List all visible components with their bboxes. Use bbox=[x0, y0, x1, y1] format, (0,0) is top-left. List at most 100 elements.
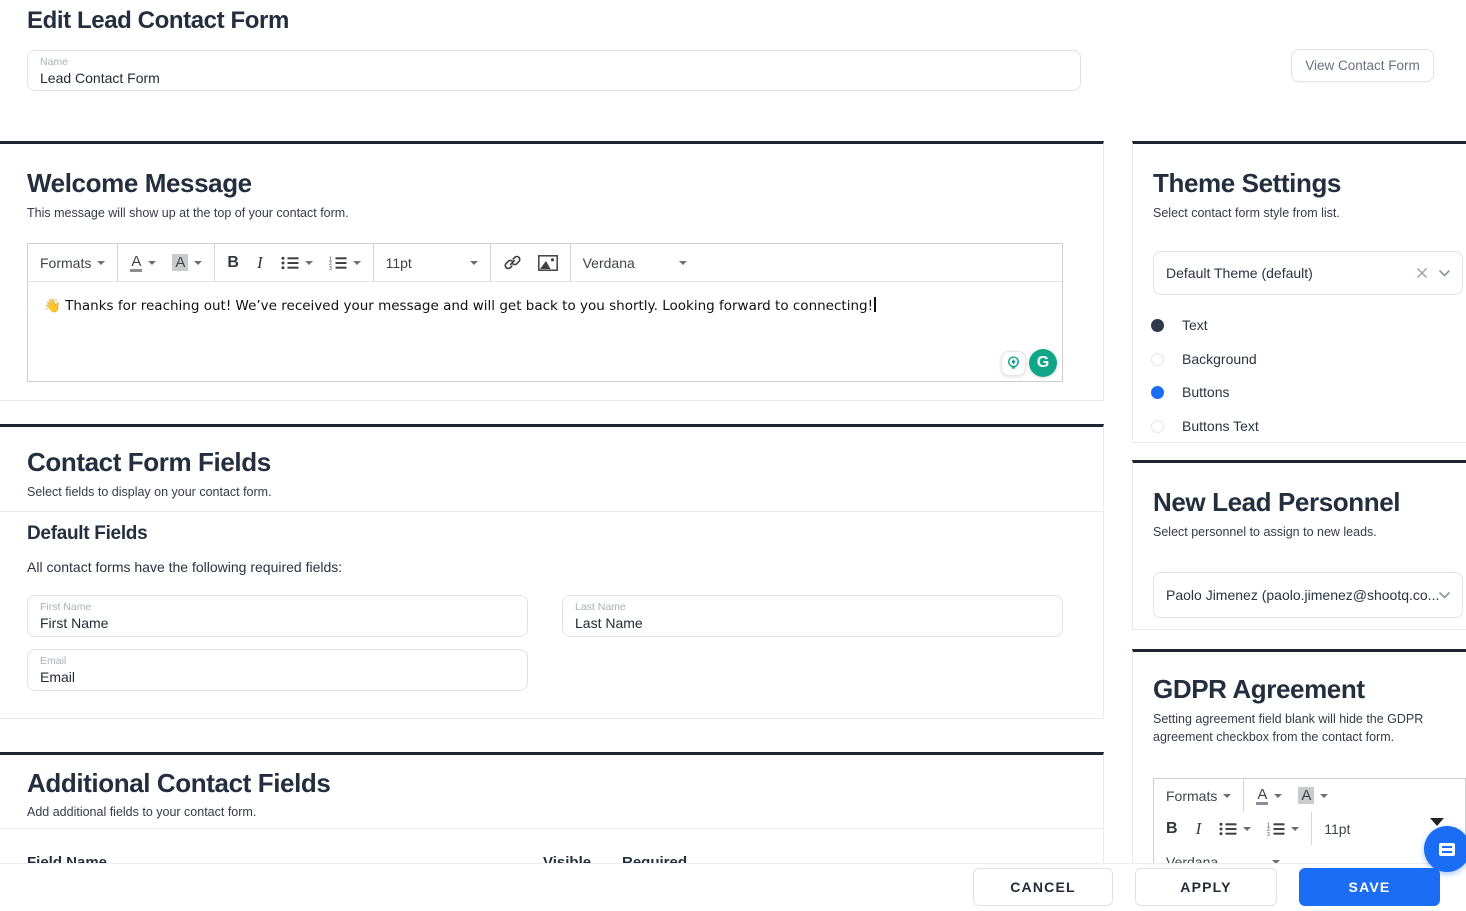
form-name-input[interactable]: Name Lead Contact Form bbox=[27, 50, 1081, 91]
additional-fields-title: Additional Contact Fields bbox=[27, 768, 331, 798]
font-size-dropdown[interactable]: 11pt bbox=[378, 248, 486, 278]
bold-button[interactable]: B bbox=[219, 248, 247, 278]
chevron-down-icon bbox=[97, 260, 106, 265]
toolbar-divider bbox=[372, 244, 374, 281]
clear-icon[interactable] bbox=[1415, 266, 1429, 280]
cancel-button[interactable]: CANCEL bbox=[973, 868, 1113, 906]
text-color-button[interactable]: A bbox=[1248, 781, 1290, 811]
theme-color-buttons[interactable]: Buttons bbox=[1151, 382, 1229, 402]
insert-image-button[interactable] bbox=[530, 248, 566, 278]
page: Edit Lead Contact Form Name Lead Contact… bbox=[0, 0, 1466, 911]
additional-fields-subtitle: Add additional fields to your contact fo… bbox=[27, 805, 257, 819]
chevron-down-icon bbox=[304, 260, 313, 265]
grammarly-logo-button[interactable]: G bbox=[1029, 349, 1057, 377]
welcome-title: Welcome Message bbox=[27, 168, 252, 198]
first-name-field[interactable]: First Name First Name bbox=[27, 595, 528, 637]
page-title: Edit Lead Contact Form bbox=[27, 7, 289, 34]
chevron-down-icon bbox=[1291, 826, 1300, 831]
bold-icon: B bbox=[227, 253, 239, 271]
new-lead-personnel-section: New Lead Personnel Select personnel to a… bbox=[1132, 460, 1466, 630]
bold-button[interactable]: B bbox=[1158, 814, 1186, 844]
toolbar-divider bbox=[489, 244, 491, 281]
italic-button[interactable]: I bbox=[247, 248, 273, 278]
grammarly-suggestion-button[interactable] bbox=[1001, 350, 1026, 376]
background-color-icon: A bbox=[1298, 787, 1315, 804]
svg-text:3: 3 bbox=[1267, 831, 1270, 835]
chevron-down-icon[interactable] bbox=[1439, 269, 1450, 277]
theme-color-buttons-text[interactable]: Buttons Text bbox=[1151, 416, 1259, 436]
assistant-doc-icon bbox=[1439, 842, 1455, 856]
lightbulb-icon bbox=[1008, 355, 1019, 369]
toolbar-divider bbox=[569, 244, 571, 281]
svg-text:3: 3 bbox=[329, 265, 332, 269]
chevron-down-icon bbox=[1243, 826, 1252, 831]
divider bbox=[0, 511, 1103, 512]
gdpr-title: GDPR Agreement bbox=[1153, 674, 1365, 704]
italic-icon: I bbox=[1195, 818, 1202, 838]
chevron-down-icon bbox=[148, 260, 157, 265]
toolbar-divider bbox=[1243, 779, 1245, 812]
image-icon bbox=[537, 254, 558, 271]
welcome-editor-toolbar: Formats A A B I 123 11pt Verdana bbox=[28, 244, 1062, 282]
last-name-field[interactable]: Last Name Last Name bbox=[562, 595, 1063, 637]
bullet-list-icon bbox=[281, 256, 299, 269]
background-color-swatch bbox=[1151, 352, 1164, 366]
numbered-list-button[interactable]: 123 bbox=[321, 248, 369, 278]
formats-dropdown[interactable]: Formats bbox=[1158, 781, 1239, 811]
form-name-label: Name bbox=[40, 56, 69, 68]
personnel-subtitle: Select personnel to assign to new leads. bbox=[1153, 525, 1377, 539]
assistant-tooltip-caret bbox=[1430, 818, 1444, 826]
text-cursor bbox=[874, 297, 876, 312]
grammarly-widgets: G bbox=[1001, 349, 1057, 377]
welcome-message-section: Welcome Message This message will show u… bbox=[0, 141, 1104, 401]
background-color-icon: A bbox=[172, 254, 189, 271]
numbered-list-button[interactable]: 123 bbox=[1259, 814, 1307, 844]
view-contact-form-button[interactable]: View Contact Form bbox=[1291, 49, 1434, 82]
link-icon bbox=[504, 255, 521, 270]
welcome-message-textarea[interactable]: 👋 Thanks for reaching out! We’ve receive… bbox=[28, 282, 1062, 329]
welcome-subtitle: This message will show up at the top of … bbox=[27, 206, 349, 220]
grammarly-g-icon: G bbox=[1036, 354, 1050, 371]
font-family-dropdown[interactable]: Verdana bbox=[575, 248, 695, 278]
gdpr-subtitle: Setting agreement field blank will hide … bbox=[1153, 712, 1424, 744]
background-color-button[interactable]: A bbox=[1290, 781, 1336, 811]
theme-color-text[interactable]: Text bbox=[1151, 315, 1208, 335]
bullet-list-button[interactable] bbox=[273, 248, 321, 278]
theme-color-background[interactable]: Background bbox=[1151, 349, 1257, 369]
chevron-down-icon bbox=[352, 260, 361, 265]
chevron-down-icon bbox=[469, 260, 478, 265]
insert-link-button[interactable] bbox=[495, 248, 530, 278]
floating-assistant-button[interactable] bbox=[1424, 826, 1466, 872]
welcome-editor: Formats A A B I 123 11pt Verdana 👋 Thank… bbox=[27, 243, 1063, 382]
divider bbox=[0, 828, 1103, 829]
bullet-list-button[interactable] bbox=[1211, 814, 1259, 844]
theme-settings-section: Theme Settings Select contact form style… bbox=[1132, 141, 1466, 443]
toolbar-divider bbox=[214, 244, 216, 281]
italic-button[interactable]: I bbox=[1186, 814, 1212, 844]
chevron-down-icon bbox=[1274, 793, 1283, 798]
personnel-title: New Lead Personnel bbox=[1153, 487, 1401, 517]
formats-dropdown[interactable]: Formats bbox=[32, 248, 113, 278]
text-color-button[interactable]: A bbox=[122, 248, 164, 278]
chevron-down-icon bbox=[1223, 793, 1232, 798]
italic-icon: I bbox=[256, 252, 263, 272]
bold-icon: B bbox=[1166, 819, 1178, 837]
default-fields-note: All contact forms have the following req… bbox=[27, 559, 343, 575]
theme-settings-subtitle: Select contact form style from list. bbox=[1153, 206, 1340, 220]
personnel-select[interactable]: Paolo Jimenez (paolo.jimenez@shootq.co..… bbox=[1153, 572, 1463, 618]
buttons-color-swatch bbox=[1151, 385, 1164, 399]
background-color-button[interactable]: A bbox=[164, 248, 210, 278]
email-field[interactable]: Email Email bbox=[27, 649, 528, 691]
gdpr-toolbar-row2: B I 123 11pt bbox=[1154, 812, 1465, 845]
apply-button[interactable]: APPLY bbox=[1135, 868, 1277, 906]
gdpr-toolbar-row1: Formats A A bbox=[1154, 779, 1465, 812]
form-name-value: Lead Contact Form bbox=[40, 70, 160, 86]
chevron-down-icon bbox=[678, 260, 687, 265]
contact-fields-title: Contact Form Fields bbox=[27, 447, 271, 477]
chevron-down-icon[interactable] bbox=[1439, 591, 1450, 599]
text-color-icon: A bbox=[1256, 785, 1269, 805]
save-button[interactable]: SAVE bbox=[1299, 868, 1440, 906]
numbered-list-icon: 123 bbox=[329, 256, 347, 270]
contact-form-fields-section: Contact Form Fields Select fields to dis… bbox=[0, 424, 1104, 719]
theme-select[interactable]: Default Theme (default) bbox=[1153, 251, 1463, 295]
